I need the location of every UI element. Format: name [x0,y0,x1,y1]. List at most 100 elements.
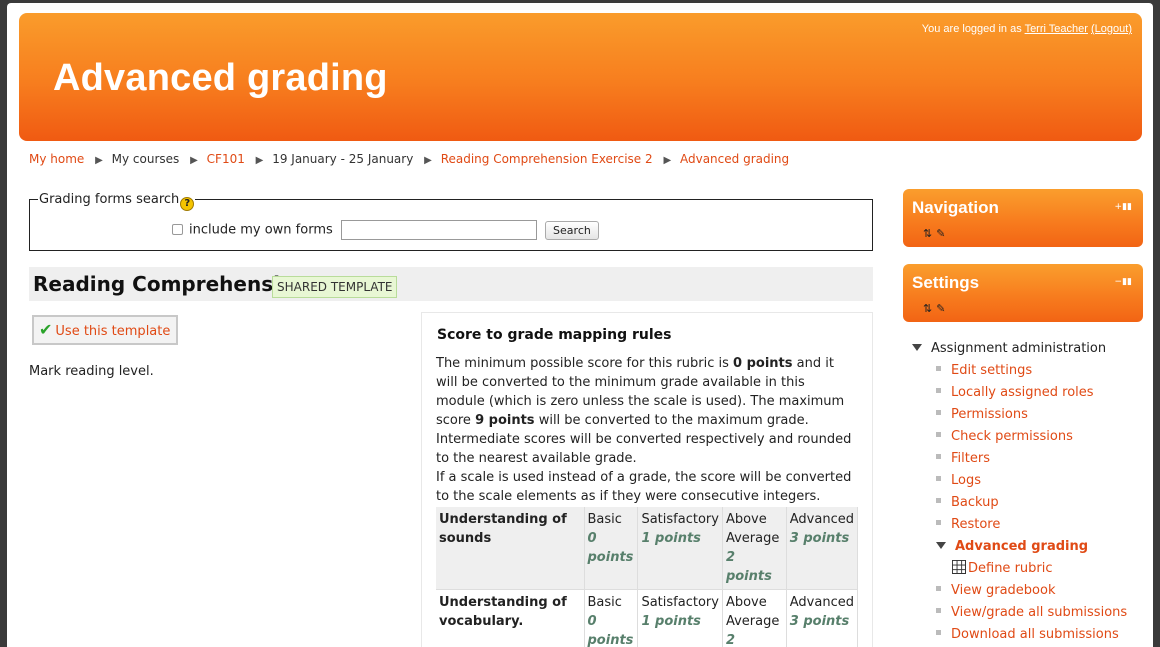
level-label: Basic [587,595,622,610]
criterion: Understanding of vocabulary. [436,589,585,647]
settings-item-advanced-grading[interactable]: Advanced grading [912,536,1127,558]
settings-link[interactable]: Advanced grading [955,539,1088,554]
rubric-row: Understanding of sounds Basic 0 points Sa… [436,507,859,590]
rubric-grid-icon [952,560,966,574]
include-own-forms-checkbox[interactable] [172,223,183,235]
breadcrumb-course[interactable]: CF101 [207,152,245,166]
breadcrumb-current[interactable]: Advanced grading [680,152,789,166]
level-label: Advanced [789,595,854,610]
level-points: 0 points [587,614,634,647]
settings-title[interactable]: Settings [912,273,979,293]
settings-item[interactable]: Filters [912,448,1127,470]
settings-link[interactable]: View/grade all submissions [951,605,1127,620]
settings-item[interactable]: Backup [912,492,1127,514]
breadcrumb-separator-icon: ▶ [95,155,103,166]
bullet-icon [936,410,941,415]
settings-link[interactable]: Logs [951,473,981,488]
settings-link[interactable]: View gradebook [951,583,1055,598]
settings-item[interactable]: View gradebook [912,580,1127,602]
logout-link[interactable]: (Logout) [1091,23,1132,35]
search-input[interactable] [340,220,537,240]
move-edit-icons[interactable]: ⇅✎ [923,302,949,315]
settings-item[interactable]: Edit settings [912,360,1127,382]
text: The minimum possible score for this rubr… [436,356,734,371]
level[interactable]: Basic 0 points [584,507,639,590]
page-title: Advanced grading [53,57,388,99]
breadcrumb-section: 19 January - 25 January [272,152,414,166]
settings-item[interactable]: Restore [912,514,1127,536]
level-points: 0 points [587,531,634,565]
bullet-icon [936,630,941,635]
include-own-forms-label: include my own forms [189,222,333,238]
criterion: Understanding of sounds [436,507,585,590]
block-controls-icon[interactable]: −▮▮ [1108,277,1132,287]
move-edit-icons[interactable]: ⇅✎ [923,227,949,240]
settings-item[interactable]: Download all submissions [912,624,1127,646]
use-template-label: Use this template [55,324,171,339]
settings-link[interactable]: Permissions [951,407,1028,422]
breadcrumb-my-home[interactable]: My home [29,152,84,166]
bullet-icon [936,476,941,481]
level-label: Satisfactory [641,595,719,610]
tree-root[interactable]: Assignment administration [912,338,1127,360]
bullet-icon [936,520,941,525]
scoring-paragraph-1: The minimum possible score for this rubr… [436,354,856,430]
bullet-icon [936,388,941,393]
level-points: 1 points [641,531,701,546]
settings-item[interactable]: Locally assigned roles [912,382,1127,404]
level-points: 1 points [641,614,701,629]
level[interactable]: Basic 0 points [584,589,639,647]
login-prefix: You are logged in as [921,23,1022,35]
bullet-icon [936,608,941,613]
min-points: 0 points [733,356,793,371]
settings-link[interactable]: Locally assigned roles [951,385,1094,400]
rubric-row: Understanding of vocabulary. Basic 0 poin… [436,589,859,647]
breadcrumb-separator-icon: ▶ [255,155,264,166]
expand-triangle-icon [912,344,922,351]
level-label: Satisfactory [641,512,719,527]
page: Advanced grading You are logged in as Te… [7,3,1153,647]
settings-item[interactable]: Permissions [912,404,1127,426]
breadcrumb-separator-icon: ▶ [190,155,198,166]
scoring-text: The minimum possible score for this rubr… [436,354,856,506]
level[interactable]: Above Average 2 points [722,507,787,590]
settings-link[interactable]: Define rubric [968,561,1053,576]
level-points: 2 points [725,550,772,584]
settings-subitem[interactable]: Define rubric [912,558,1127,580]
breadcrumb-activity[interactable]: Reading Comprehension Exercise 2 [441,152,653,166]
level-label: Above Average [725,512,780,546]
level-label: Basic [587,512,622,527]
settings-item[interactable]: Check permissions [912,426,1127,448]
level-label: Advanced [789,512,854,527]
scoring-paragraph-2: Intermediate scores will be converted re… [436,432,852,466]
level[interactable]: Above Average 2 points [722,589,787,647]
max-points: 9 points [475,413,535,428]
settings-link[interactable]: Restore [951,517,1000,532]
login-info: You are logged in as Terri Teacher (Logo… [922,23,1132,35]
block-controls-icon[interactable]: +▮▮ [1108,202,1132,212]
help-icon[interactable]: ? [180,197,195,211]
user-link[interactable]: Terri Teacher [1025,23,1088,35]
use-template-button[interactable]: ✔ Use this template [32,315,178,345]
expand-triangle-icon [936,542,946,549]
breadcrumb-my-courses: My courses [111,152,180,166]
settings-item[interactable]: Logs [912,470,1127,492]
search-button[interactable]: Search [545,220,599,240]
settings-link[interactable]: Edit settings [951,363,1032,378]
bullet-icon [936,586,941,591]
level[interactable]: Satisfactory 1 points [637,507,723,590]
level[interactable]: Advanced 3 points [786,589,859,647]
grading-forms-search: Grading forms search? include my own for… [29,192,873,251]
template-title: Reading Comprehension [33,272,308,296]
settings-link[interactable]: Download all submissions [951,627,1119,642]
settings-block: Settings −▮▮ ⇅✎ [903,264,1143,322]
settings-link[interactable]: Filters [951,451,990,466]
navigation-title[interactable]: Navigation [912,198,999,218]
level[interactable]: Advanced 3 points [786,507,859,590]
settings-link[interactable]: Check permissions [951,429,1073,444]
level[interactable]: Satisfactory 1 points [637,589,723,647]
settings-link[interactable]: Backup [951,495,999,510]
navigation-block: Navigation +▮▮ ⇅✎ [903,189,1143,247]
settings-item[interactable]: View/grade all submissions [912,602,1127,624]
text: will be converted to the maximum grade. [534,413,809,428]
